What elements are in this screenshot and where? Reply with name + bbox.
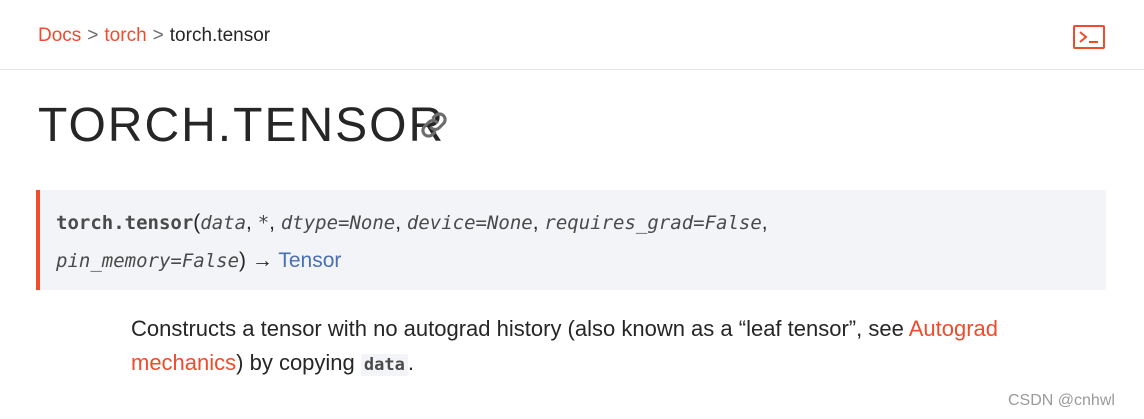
description-end: .: [407, 350, 414, 375]
param-device: device=None: [406, 212, 533, 234]
breadcrumb-current: torch.tensor: [169, 25, 271, 46]
param-data: data: [200, 212, 247, 234]
watermark: CSDN @cnhwl: [1008, 392, 1115, 409]
breadcrumb-separator: >: [87, 25, 99, 46]
return-arrow: →: [251, 249, 273, 272]
close-paren: ): [239, 249, 247, 272]
top-bar: Docs > torch > torch.tensor: [0, 0, 1144, 70]
param-star: *: [257, 212, 270, 234]
breadcrumb-docs[interactable]: Docs: [38, 25, 81, 46]
description: Constructs a tensor with no autograd his…: [131, 312, 1081, 382]
param-pin-memory: pin_memory=False: [56, 250, 240, 272]
description-text: Constructs a tensor with no autograd his…: [131, 316, 909, 341]
breadcrumb: Docs > torch > torch.tensor: [38, 24, 270, 48]
function-name: torch.tensor: [56, 212, 194, 234]
inline-code-data: data: [360, 354, 408, 376]
description-text-after: ) by copying: [236, 350, 361, 375]
link-icon[interactable]: [417, 108, 451, 142]
shell-button[interactable]: [1073, 25, 1105, 49]
page-title: TORCH.TENSOR: [38, 99, 446, 152]
return-type-link[interactable]: Tensor: [278, 249, 341, 272]
breadcrumb-torch[interactable]: torch: [104, 25, 146, 46]
param-dtype: dtype=None: [280, 212, 396, 234]
terminal-icon: [1079, 31, 1098, 43]
breadcrumb-separator: >: [152, 25, 164, 46]
function-signature: torch.tensor(data, *, dtype=None, device…: [36, 190, 1106, 290]
param-requires-grad: requires_grad=False: [544, 212, 762, 234]
